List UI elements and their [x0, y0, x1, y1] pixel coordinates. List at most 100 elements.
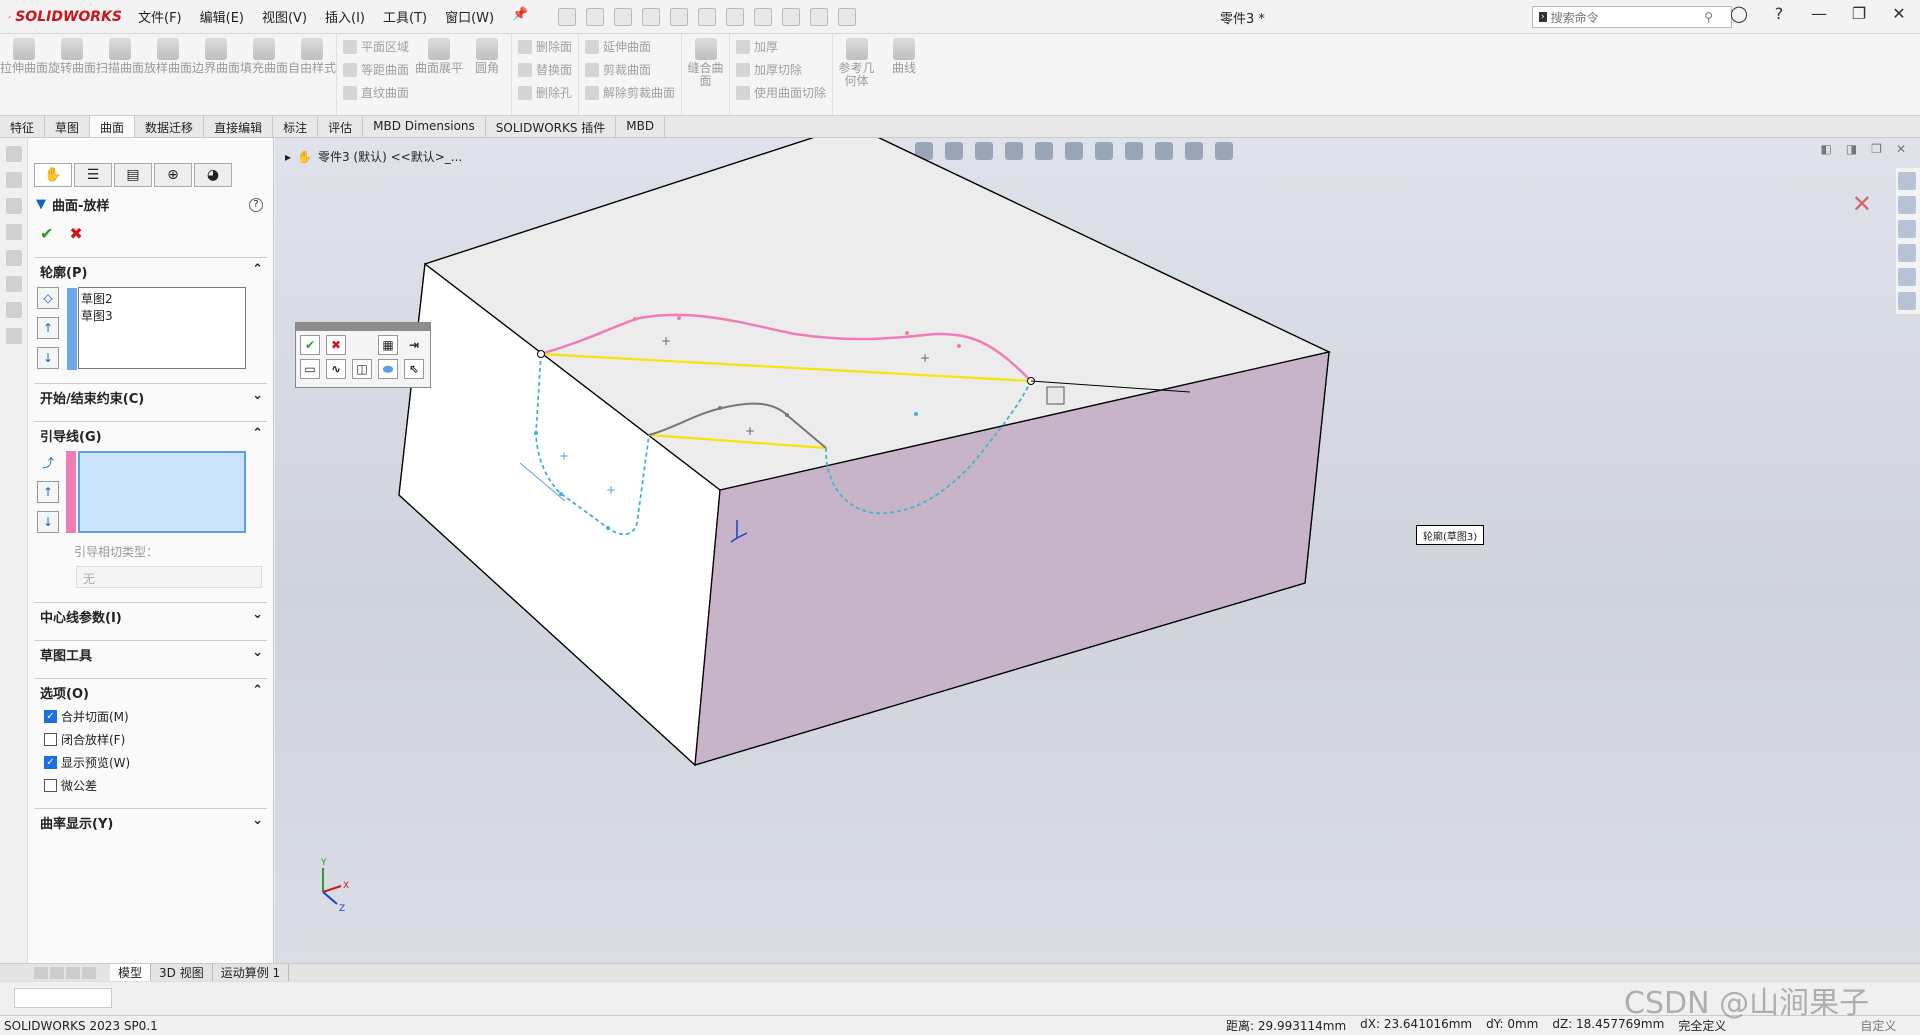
sketch-tool-icon[interactable]	[5, 224, 22, 240]
feature-tree-tab-icon[interactable]: ☰	[74, 163, 112, 187]
sketch-tool-icon[interactable]	[5, 328, 22, 344]
sketch-tool-icon[interactable]	[5, 172, 22, 188]
chevron-down-icon[interactable]: ⌄	[252, 813, 263, 832]
tab-mbd-dimensions[interactable]: MBD Dimensions	[363, 116, 486, 137]
sketch-tool-icon[interactable]	[5, 276, 22, 292]
tab-3d-view[interactable]: 3D 视图	[151, 964, 213, 981]
move-up-button[interactable]: ↑	[37, 481, 59, 503]
custom-properties-icon[interactable]	[1898, 292, 1916, 310]
dimxpert-tab-icon[interactable]: ⊕	[154, 163, 192, 187]
checkbox-unchecked[interactable]	[44, 779, 57, 792]
profile-callout[interactable]: 轮廓(草图3)	[1416, 525, 1485, 545]
redo-icon[interactable]	[726, 7, 745, 26]
tangency-type-select[interactable]: 无	[76, 566, 262, 588]
tab-evaluate[interactable]: 评估	[318, 116, 364, 137]
spline-tool-icon[interactable]: ∿	[326, 359, 346, 379]
guide-curves-listbox[interactable]	[66, 451, 246, 533]
chevron-down-icon[interactable]: ⌄	[252, 607, 263, 626]
merge-tangent-faces-checkbox[interactable]: ✓ 合并切面(M)	[44, 708, 267, 725]
tab-markup[interactable]: 标注	[273, 116, 319, 137]
sketch-tool-icon[interactable]	[5, 146, 22, 162]
menu-tools[interactable]: 工具(T)	[375, 4, 435, 29]
appearance-tab-icon[interactable]: ◕	[194, 163, 232, 187]
checkbox-checked[interactable]: ✓	[44, 756, 57, 769]
chevron-down-icon[interactable]: ⌄	[252, 645, 263, 664]
ribbon-fillet[interactable]: 圆角	[463, 34, 511, 115]
open-icon[interactable]	[614, 7, 633, 26]
cancel-button[interactable]: ✖	[69, 224, 82, 243]
last-tab-icon[interactable]	[82, 966, 96, 979]
gear-icon[interactable]	[838, 7, 857, 26]
sketch-tool-icon[interactable]	[5, 250, 22, 266]
ribbon-knit-surface[interactable]: 缝合曲面	[681, 34, 729, 115]
save-icon[interactable]	[642, 7, 661, 26]
graphics-area[interactable]: ▸ ✋ 零件3 (默认) <<默认>_... ◧ ◨ ❐ ✕ + + + + +…	[275, 138, 1920, 963]
next-tab-icon[interactable]	[66, 966, 80, 979]
view-palette-icon[interactable]	[1898, 244, 1916, 262]
ribbon-replace-face[interactable]: 替换面	[518, 61, 572, 78]
slot-tool-icon[interactable]: ⬬	[378, 359, 398, 379]
tab-surfaces[interactable]: 曲面	[90, 116, 136, 137]
ribbon-untrim-surface[interactable]: 解除剪裁曲面	[585, 84, 675, 101]
move-down-button[interactable]: ↓	[37, 347, 59, 369]
curvature-header[interactable]: 曲率显示(Y) ⌄	[34, 813, 267, 832]
ribbon-delete-hole[interactable]: 删除孔	[518, 84, 572, 101]
profile-point[interactable]	[537, 350, 545, 358]
minimize-button[interactable]: —	[1806, 4, 1832, 23]
menu-file[interactable]: 文件(F)	[130, 4, 190, 29]
options-header[interactable]: 选项(O) ⌃	[34, 683, 267, 702]
ribbon-extend-surface[interactable]: 延伸曲面	[585, 38, 675, 55]
checkbox-unchecked[interactable]	[44, 733, 57, 746]
ribbon-freeform[interactable]: 自由样式	[288, 34, 336, 115]
ribbon-offset-surface[interactable]: 等距曲面	[343, 61, 409, 78]
chevron-down-icon[interactable]: ⌄	[252, 388, 263, 407]
centerline-header[interactable]: 中心线参数(I) ⌄	[34, 607, 267, 626]
file-explorer-icon[interactable]	[1898, 220, 1916, 238]
guide-select-icon[interactable]: ⤴	[37, 451, 59, 473]
pin-icon[interactable]: 📌	[504, 4, 536, 29]
tab-mbd[interactable]: MBD	[616, 116, 666, 137]
close-loft-checkbox[interactable]: 闭合放样(F)	[44, 731, 267, 748]
confirmation-corner[interactable]: ✕	[1852, 190, 1872, 218]
close-button[interactable]: ✕	[1886, 4, 1912, 23]
ok-button[interactable]: ✔	[300, 335, 320, 355]
tab-direct-editing[interactable]: 直接编辑	[204, 116, 274, 137]
sketch-tools-header[interactable]: 草图工具 ⌄	[34, 645, 267, 664]
menu-edit[interactable]: 编辑(E)	[192, 4, 252, 29]
move-down-button[interactable]: ↓	[37, 511, 59, 533]
ribbon-sweep-surface[interactable]: 扫描曲面	[96, 34, 144, 115]
tab-data-migration[interactable]: 数据迁移	[135, 116, 205, 137]
home-icon[interactable]	[558, 7, 577, 26]
show-preview-checkbox[interactable]: ✓ 显示预览(W)	[44, 754, 267, 771]
help-icon[interactable]: ?	[249, 197, 263, 212]
list-item[interactable]: 草图3	[81, 307, 243, 324]
ribbon-trim-surface[interactable]: 剪裁曲面	[585, 61, 675, 78]
search-input[interactable]: › 搜索命令 ⚲	[1532, 6, 1732, 28]
ribbon-fill-surface[interactable]: 填充曲面	[240, 34, 288, 115]
ribbon-ruled-surface[interactable]: 直纹曲面	[343, 84, 409, 101]
new-document-icon[interactable]	[586, 7, 605, 26]
ribbon-boundary-surface[interactable]: 边界曲面	[192, 34, 240, 115]
command-input[interactable]	[14, 988, 112, 1008]
ok-button[interactable]: ✔	[40, 224, 53, 243]
rectangle-tool-icon[interactable]: ▭	[300, 359, 320, 379]
sketch-tool-icon[interactable]	[5, 302, 22, 318]
property-manager-tab-icon[interactable]: ✋	[34, 163, 72, 187]
design-library-icon[interactable]	[1898, 196, 1916, 214]
tab-model[interactable]: 模型	[110, 964, 152, 981]
tab-sketch[interactable]: 草图	[45, 116, 91, 137]
menu-insert[interactable]: 插入(I)	[317, 4, 373, 29]
ribbon-planar-surface[interactable]: 平面区域	[343, 38, 409, 55]
account-icon[interactable]: ◯	[1726, 4, 1752, 23]
micro-tolerance-checkbox[interactable]: 微公差	[44, 777, 267, 794]
chevron-up-icon[interactable]: ⌃	[252, 683, 263, 702]
undo-icon[interactable]	[698, 7, 717, 26]
exit-sketch-icon[interactable]: ▦	[378, 335, 398, 355]
ribbon-reference-geometry[interactable]: 参考几何体	[832, 34, 880, 115]
appearances-icon[interactable]	[1898, 268, 1916, 286]
ribbon-curves[interactable]: 曲线	[880, 34, 928, 115]
start-end-header[interactable]: 开始/结束约束(C) ⌄	[34, 388, 267, 407]
print-icon[interactable]	[670, 7, 689, 26]
sketch-tool-icon[interactable]	[5, 198, 22, 214]
guide-curves-header[interactable]: 引导线(G) ⌃	[34, 426, 267, 445]
